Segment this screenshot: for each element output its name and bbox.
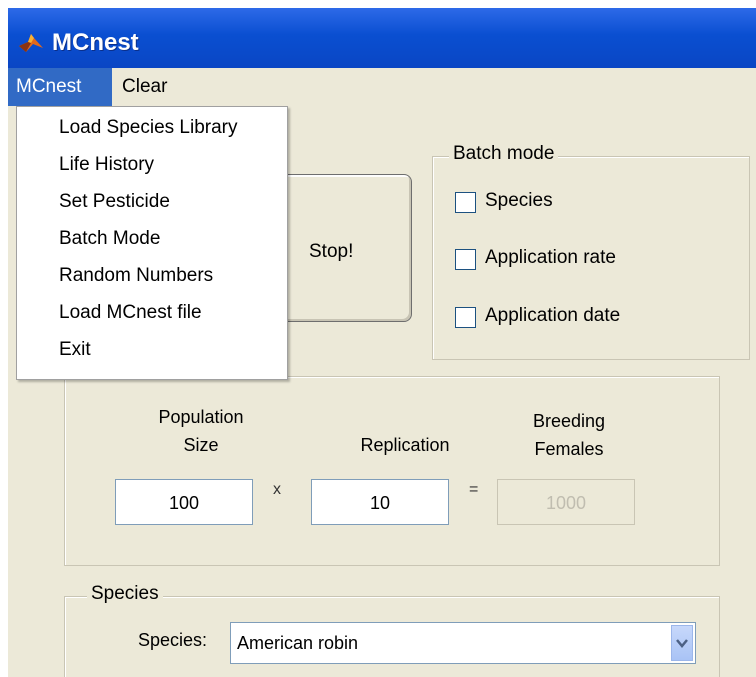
mcnest-window: MCnest MCnest Clear Stop! Batch mode Spe…: [8, 8, 756, 677]
replication-input[interactable]: 10: [311, 479, 449, 525]
stop-button[interactable]: Stop!: [276, 174, 412, 322]
menu-item-exit[interactable]: Exit: [59, 339, 91, 361]
species-label: Species:: [138, 630, 208, 650]
menu-item-load-mcnest-file[interactable]: Load MCnest file: [59, 302, 202, 324]
menu-item-random-numbers[interactable]: Random Numbers: [59, 265, 213, 287]
stop-button-label: Stop!: [309, 241, 354, 262]
checkbox-label: Application rate: [485, 247, 616, 268]
mcnest-dropdown-menu: Load Species Library Life History Set Pe…: [16, 106, 288, 380]
breeding-females-label-line1: Breeding: [532, 411, 606, 431]
breeding-females-field: 1000: [497, 479, 635, 525]
multiply-symbol: x: [273, 481, 281, 498]
population-size-label-line2: Size: [183, 435, 219, 455]
window-title: MCnest: [52, 29, 139, 56]
species-select[interactable]: American robin: [230, 622, 696, 664]
replication-label: Replication: [360, 435, 450, 455]
checkbox-box[interactable]: [455, 249, 476, 270]
menu-item-set-pesticide[interactable]: Set Pesticide: [59, 191, 170, 213]
chevron-down-icon-glyph: [676, 639, 688, 648]
checkbox-label: Application date: [485, 305, 621, 326]
species-selected-value: American robin: [237, 633, 359, 653]
simulation-iterations-panel: Population Size Replication Breeding Fem…: [64, 376, 720, 566]
population-size-label-line1: Population: [158, 407, 244, 427]
population-size-input[interactable]: 100: [115, 479, 253, 525]
checkbox-box[interactable]: [455, 307, 476, 328]
menu-item-life-history[interactable]: Life History: [59, 154, 154, 176]
menu-item-batch-mode[interactable]: Batch Mode: [59, 228, 160, 250]
checkbox-label: Species: [485, 190, 553, 211]
matlab-logo-icon: [19, 34, 43, 52]
title-bar: MCnest: [8, 8, 756, 68]
menu-bar: MCnest Clear: [8, 68, 756, 106]
menu-item-load-species-library[interactable]: Load Species Library: [59, 117, 238, 139]
menu-clear[interactable]: Clear: [114, 68, 174, 106]
species-panel-title: Species: [87, 583, 163, 605]
batch-mode-panel: Batch mode Species Application rate Appl…: [432, 143, 750, 360]
menu-mcnest[interactable]: MCnest: [8, 68, 112, 106]
equals-symbol: =: [469, 481, 479, 498]
chevron-down-icon[interactable]: [671, 625, 693, 661]
checkbox-box[interactable]: [455, 192, 476, 213]
breeding-females-label-line2: Females: [534, 439, 604, 459]
batch-mode-title: Batch mode: [449, 143, 559, 165]
